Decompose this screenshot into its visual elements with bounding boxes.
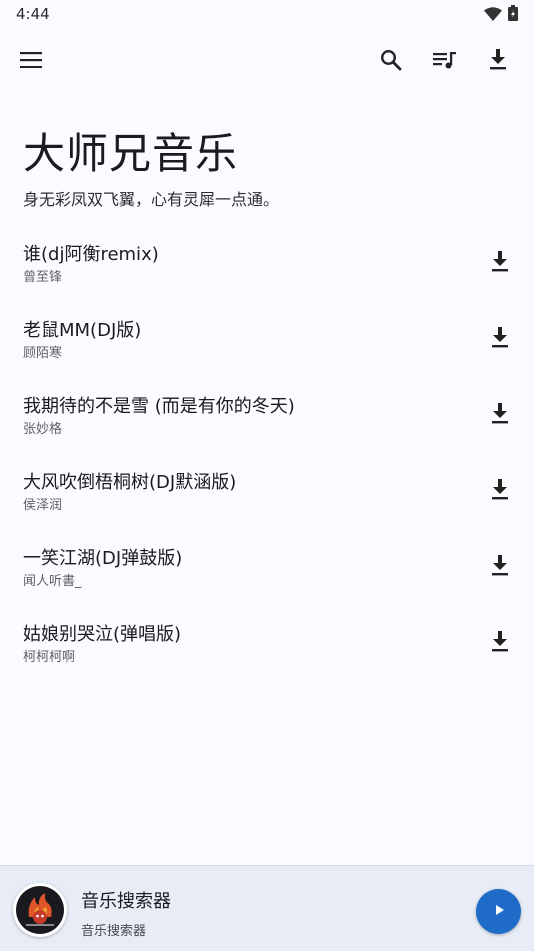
- song-artist: 闻人听書_: [23, 574, 82, 589]
- song-title: 一笑江湖(DJ弹鼓版): [23, 548, 183, 569]
- top-app-bar: [0, 36, 534, 88]
- search-icon: [380, 49, 402, 75]
- download-button[interactable]: [478, 42, 518, 82]
- song-title: 谁(dj阿衡remix): [23, 244, 159, 265]
- song-download-button[interactable]: [480, 320, 520, 360]
- song-artist: 张妙格: [23, 422, 63, 437]
- download-icon: [491, 631, 509, 657]
- song-title: 我期待的不是雪 (而是有你的冬天): [23, 396, 295, 417]
- player-title: 音乐搜索器: [81, 891, 171, 912]
- list-item[interactable]: 老鼠MM(DJ版) 顾陌寒: [0, 302, 534, 378]
- song-list: 谁(dj阿衡remix) 曾至锋 老鼠MM(DJ版) 顾陌寒 我期待的不是雪 (…: [0, 226, 534, 682]
- status-time: 4:44: [16, 5, 50, 23]
- page-subtitle: 身无彩凤双飞翼，心有灵犀一点通。: [23, 190, 280, 209]
- list-item[interactable]: 姑娘别哭泣(弹唱版) 柯柯柯啊: [0, 606, 534, 682]
- header: 大师兄音乐 身无彩凤双飞翼，心有灵犀一点通。: [23, 128, 514, 210]
- status-icons: [484, 5, 518, 25]
- download-icon: [491, 251, 509, 277]
- album-art: [13, 883, 67, 937]
- list-item[interactable]: 谁(dj阿衡remix) 曾至锋: [0, 226, 534, 302]
- player-subtitle: 音乐搜索器: [81, 924, 147, 939]
- song-download-button[interactable]: [480, 396, 520, 436]
- download-icon: [491, 555, 509, 581]
- song-download-button[interactable]: [480, 624, 520, 664]
- wifi-icon: [484, 6, 502, 25]
- status-bar: 4:44: [0, 0, 534, 28]
- song-artist: 柯柯柯啊: [23, 650, 76, 665]
- song-download-button[interactable]: [480, 472, 520, 512]
- menu-icon: [20, 52, 42, 72]
- song-artist: 顾陌寒: [23, 346, 63, 361]
- download-icon: [491, 479, 509, 505]
- song-title: 老鼠MM(DJ版): [23, 320, 142, 341]
- list-item[interactable]: 我期待的不是雪 (而是有你的冬天) 张妙格: [0, 378, 534, 454]
- list-item[interactable]: 一笑江湖(DJ弹鼓版) 闻人听書_: [0, 530, 534, 606]
- song-artist: 曾至锋: [23, 270, 63, 285]
- queue-music-icon: [433, 50, 457, 74]
- play-icon: [492, 902, 506, 921]
- song-artist: 侯泽润: [23, 498, 63, 513]
- download-icon: [491, 403, 509, 429]
- mini-player[interactable]: 音乐搜索器 音乐搜索器: [0, 865, 534, 951]
- queue-music-button[interactable]: [425, 42, 465, 82]
- list-item[interactable]: 大风吹倒梧桐树(DJ默涵版) 侯泽润: [0, 454, 534, 530]
- song-download-button[interactable]: [480, 244, 520, 284]
- song-title: 大风吹倒梧桐树(DJ默涵版): [23, 472, 237, 493]
- download-icon: [491, 327, 509, 353]
- search-button[interactable]: [371, 42, 411, 82]
- play-button[interactable]: [476, 889, 521, 934]
- song-download-button[interactable]: [480, 548, 520, 588]
- download-icon: [489, 49, 507, 75]
- menu-button[interactable]: [11, 42, 51, 82]
- page-title: 大师兄音乐: [23, 129, 239, 178]
- song-title: 姑娘别哭泣(弹唱版): [23, 624, 182, 645]
- battery-icon: [508, 5, 518, 25]
